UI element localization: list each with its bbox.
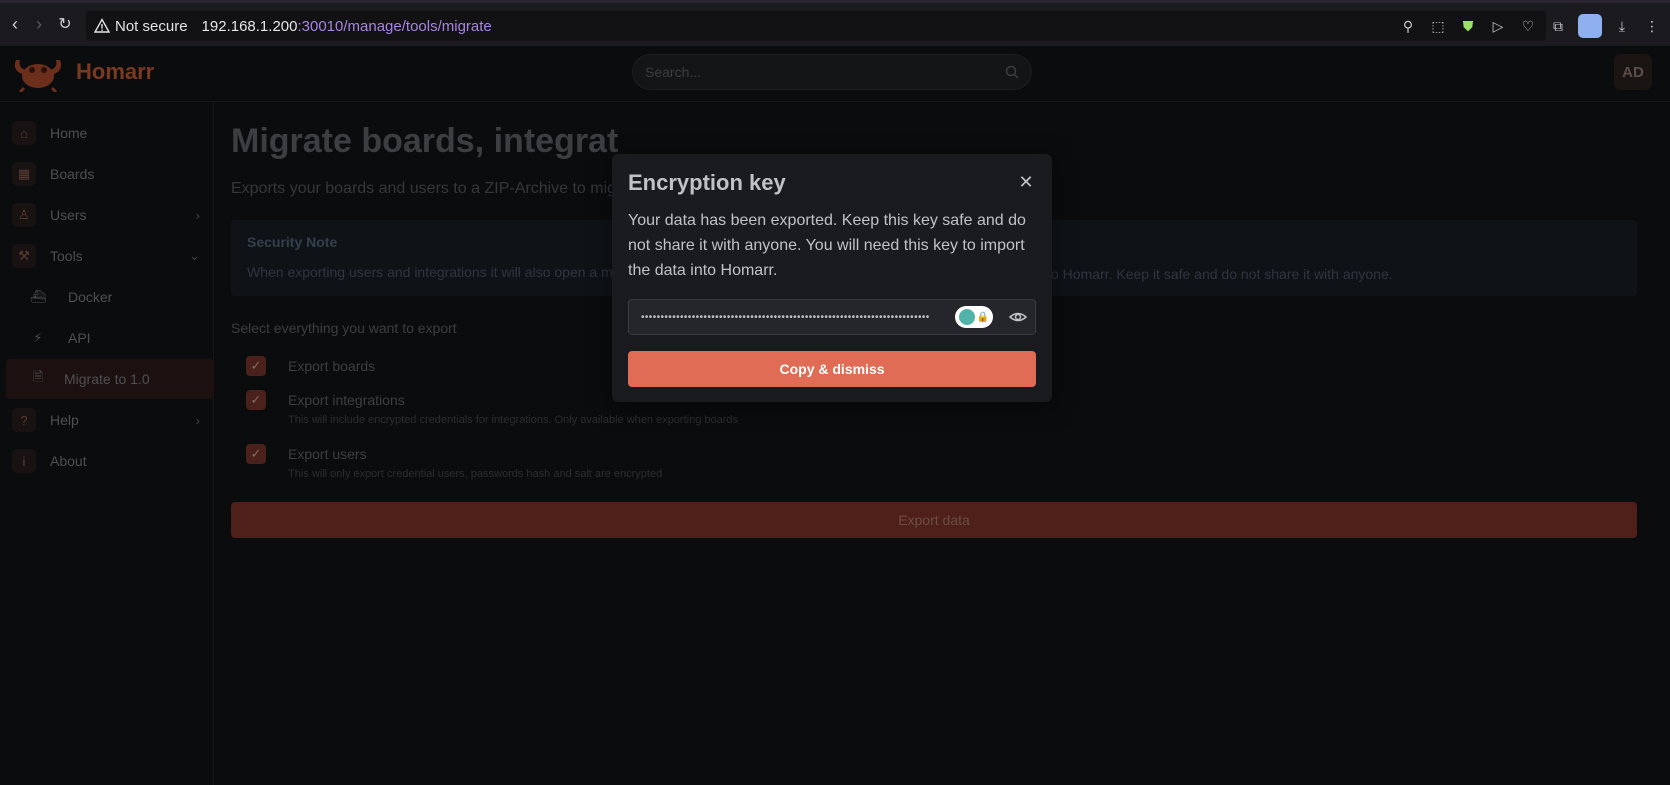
password-manager-badge[interactable]: 🔒 [955,306,993,328]
app-name: Homarr [76,59,155,84]
browser-extensions: ⚲ ⬚ ⛊ ▷ ♡ ⧉ ⤓ ⋮ [1398,11,1662,41]
eye-icon[interactable] [1009,308,1027,326]
address-bar[interactable]: Not secure 192.168.1.200:30010/manage/to… [86,11,1546,41]
export-users-option[interactable]: ✓ Export users This will only export cre… [246,444,662,480]
not-secure-indicator[interactable]: Not secure [94,18,188,35]
sidebar-item-label: Help [50,412,79,428]
sidebar-item-api[interactable]: ⚡ API [6,318,214,358]
sidebar-item-label: Tools [50,248,83,264]
screenshot-icon[interactable]: ⬚ [1428,16,1448,36]
sidebar-item-label: Users [50,207,87,223]
sidebar-item-about[interactable]: i About [6,441,214,481]
profile-avatar[interactable] [1578,14,1602,38]
file-icon: 🗎 [32,369,44,384]
check-icon: ✓ [250,392,262,407]
homarr-logo-icon [14,60,62,92]
export-select-label: Select everything you want to export [231,320,457,336]
sidebar-item-tools[interactable]: ⚒ Tools ⌄ [6,236,214,276]
menu-icon[interactable]: ⋮ [1642,16,1662,36]
sidebar-item-migrate[interactable]: 🗎 Migrate to 1.0 [6,359,214,399]
chevron-right-icon: › [195,207,200,223]
heart-icon[interactable]: ♡ [1518,16,1538,36]
search-icon [1005,65,1019,79]
copy-dismiss-button[interactable]: Copy & dismiss [628,351,1036,387]
shield-icon[interactable]: ⛊ [1458,16,1478,36]
password-manager-icon [958,309,975,325]
pin-icon[interactable]: ⚲ [1398,16,1418,36]
lock-icon: 🔒 [976,311,990,323]
sidebar-item-label: Home [50,125,88,141]
docker-icon: ⛴ [29,289,47,304]
sidebar-item-label: Migrate to 1.0 [64,371,150,387]
tools-icon: ⚒ [12,244,36,268]
grid-icon: ▦ [12,162,36,186]
page-subtitle: Exports your boards and users to a ZIP-A… [231,180,617,197]
chevron-down-icon: ⌄ [189,248,200,263]
app-header: Homarr Search... AD [0,46,1670,102]
search-input[interactable]: Search... [632,54,1032,90]
encryption-key-field[interactable]: ••••••••••••••••••••••••••••••••••••••••… [628,299,1036,335]
page-title: Migrate boards, integrat [231,122,619,160]
browser-toolbar: ‹ › ↻ Not secure 192.168.1.200:30010/man… [0,0,1670,46]
sidebar-item-label: About [50,453,87,469]
play-icon[interactable]: ▷ [1488,16,1508,36]
download-icon[interactable]: ⤓ [1612,16,1632,36]
encryption-key-value: ••••••••••••••••••••••••••••••••••••••••… [641,311,930,323]
option-description: This will only export credential users, … [288,468,663,480]
modal-title: Encryption key [628,170,786,195]
export-boards-checkbox[interactable]: ✓ [246,356,266,376]
home-icon: ⌂ [12,121,36,145]
option-label: Export boards [288,358,376,374]
sidebar-item-docker[interactable]: ⛴ Docker [6,277,214,317]
search-placeholder: Search... [645,64,702,80]
option-description: This will include encrypted credentials … [288,414,739,426]
sidebar-item-help[interactable]: ? Help › [6,400,214,440]
back-button[interactable]: ‹ [2,11,28,37]
warning-icon [94,18,110,33]
check-icon: ✓ [250,358,262,373]
encryption-key-modal: Encryption key ✕ Your data has been expo… [612,154,1052,402]
logo[interactable]: Homarr [10,52,154,92]
close-icon[interactable]: ✕ [1014,170,1038,194]
sidebar-item-label: Docker [68,289,113,305]
sidebar-item-home[interactable]: ⌂ Home [6,113,214,153]
app: Homarr Search... AD ⌂ Home ▦ Boards ♙ Us… [0,46,1670,785]
reload-button[interactable]: ↻ [52,11,78,37]
check-icon: ✓ [250,446,262,461]
sidebar-item-label: Boards [50,166,95,182]
user-icon: ♙ [12,203,36,227]
export-boards-option[interactable]: ✓ Export boards [246,356,375,376]
url-host: 192.168.1.200 [201,17,298,35]
question-icon: ? [12,408,36,432]
info-icon: i [12,449,36,473]
extensions-icon[interactable]: ⧉ [1548,16,1568,36]
user-avatar[interactable]: AD [1614,54,1652,90]
not-secure-label: Not secure [115,17,188,35]
sidebar: ⌂ Home ▦ Boards ♙ Users › ⚒ Tools ⌄ ⛴ Do… [0,102,214,785]
export-data-button[interactable]: Export data [231,502,1637,538]
chevron-right-icon: › [195,412,200,428]
option-label: Export users [288,446,367,462]
sidebar-item-label: API [68,330,91,346]
forward-button[interactable]: › [26,11,52,37]
sidebar-item-users[interactable]: ♙ Users › [6,195,214,235]
security-note-text-end: o Homarr. Keep it safe and do not share … [1051,266,1393,282]
modal-body: Your data has been exported. Keep this k… [628,212,1026,279]
export-integrations-checkbox[interactable]: ✓ [246,390,266,410]
export-users-checkbox[interactable]: ✓ [246,444,266,464]
plug-icon: ⚡ [33,330,43,345]
sidebar-item-boards[interactable]: ▦ Boards [6,154,214,194]
url-path: :30010/manage/tools/migrate [297,17,492,35]
